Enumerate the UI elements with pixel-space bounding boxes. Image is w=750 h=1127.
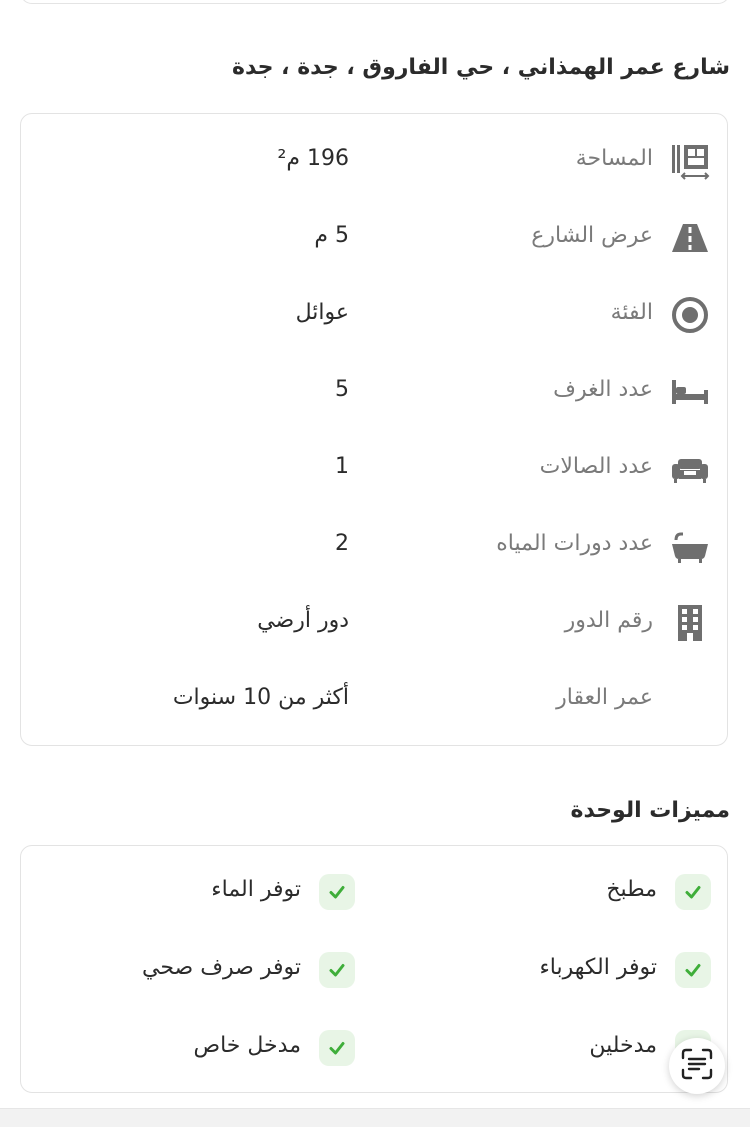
detail-label: الفئة [610,300,653,325]
detail-value: 1 [335,454,349,479]
detail-row-halls: عدد الصالات 1 [21,444,727,494]
detail-value: 5 [335,377,349,402]
detail-value: 5 م [314,223,349,248]
scan-text-button[interactable] [669,1038,725,1094]
feature-label: توفر الكهرباء [539,955,657,980]
feature-label: توفر صرف صحي [142,955,301,980]
feature-item: مدخل خاص [25,1026,355,1070]
feature-label: توفر الماء [211,877,301,902]
check-icon [319,874,355,910]
detail-value: 2 [335,531,349,556]
detail-row-floor: رقم الدور دور أرضي [21,598,727,648]
check-icon [319,1030,355,1066]
detail-row-bathrooms: عدد دورات المياه 2 [21,521,727,571]
detail-row-rooms: عدد الغرف 5 [21,367,727,417]
feature-item: مطبخ [381,870,711,914]
check-icon [675,874,711,910]
property-address: شارع عمر الهمذاني ، حي الفاروق ، جدة ، ج… [231,55,730,80]
detail-label: عدد دورات المياه [496,531,653,556]
check-icon [319,952,355,988]
detail-row-street-width: عرض الشارع 5 م [21,213,727,263]
target-circle-icon [669,294,711,336]
unit-features-card: مطبخ توفر الماء توفر الكهرباء توفر صرف ص… [20,845,728,1093]
property-details-card: المساحة 196 م² عرض الشارع 5 م الفئة عوائ… [20,113,728,746]
feature-label: مطبخ [606,877,657,902]
bottom-bar [0,1108,750,1127]
feature-label: مدخل خاص [193,1033,302,1058]
building-icon [669,602,711,644]
feature-item: توفر الماء [25,870,355,914]
bed-icon [669,371,711,413]
sofa-icon [669,448,711,490]
previous-card [20,0,730,4]
detail-label: رقم الدور [564,608,653,633]
detail-label: عرض الشارع [531,223,653,248]
detail-label: عمر العقار [556,685,653,710]
area-measure-icon [669,140,711,182]
feature-item: توفر صرف صحي [25,948,355,992]
detail-value: 196 م² [277,146,349,171]
detail-row-category: الفئة عوائل [21,290,727,340]
scan-text-icon [679,1046,715,1086]
feature-item: مدخلين [381,1026,711,1070]
check-icon [675,952,711,988]
feature-label: مدخلين [589,1033,657,1058]
detail-row-property-age: عمر العقار أكثر من 10 سنوات [21,675,727,725]
detail-row-area: المساحة 196 م² [21,136,727,186]
features-title: مميزات الوحدة [570,798,731,823]
road-icon [669,217,711,259]
detail-value: دور أرضي [257,608,349,633]
detail-value: أكثر من 10 سنوات [172,685,349,710]
detail-value: عوائل [295,300,349,325]
bathtub-icon [669,525,711,567]
detail-label: عدد الغرف [553,377,653,402]
feature-item: توفر الكهرباء [381,948,711,992]
detail-label: المساحة [575,146,653,171]
detail-label: عدد الصالات [539,454,653,479]
